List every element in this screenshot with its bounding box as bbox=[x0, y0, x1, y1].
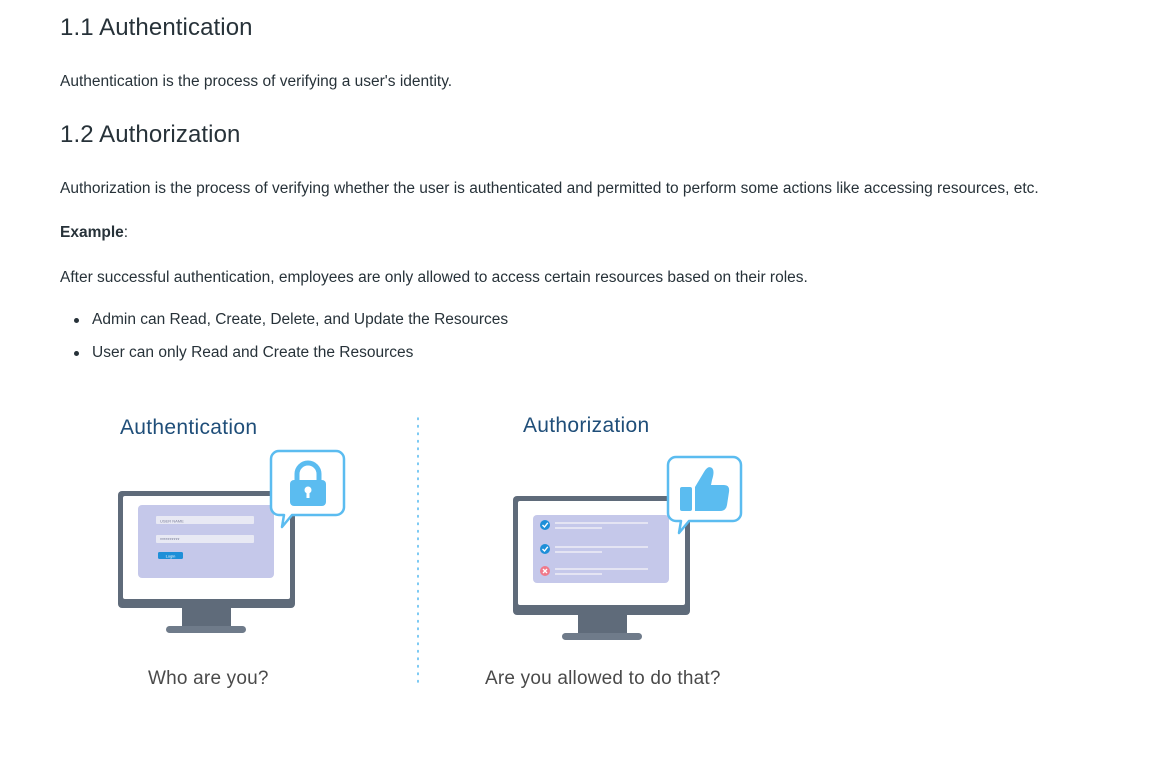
check-icon bbox=[540, 544, 550, 554]
example-label-colon: : bbox=[123, 224, 129, 241]
login-button bbox=[158, 552, 183, 559]
illustration-caption-authorization: Are you allowed to do that? bbox=[485, 668, 721, 689]
login-panel bbox=[138, 505, 274, 578]
lock-icon bbox=[290, 460, 326, 506]
roles-list: Admin can Read, Create, Delete, and Upda… bbox=[60, 308, 508, 374]
list-item-text: User can only Read and Create the Resour… bbox=[92, 344, 414, 361]
authentication-definition: Authentication is the process of verifyi… bbox=[60, 73, 453, 90]
monitor-frame bbox=[513, 496, 690, 615]
monitor-base bbox=[562, 633, 642, 640]
authorization-definition: Authorization is the process of verifyin… bbox=[60, 180, 1039, 197]
list-item: Admin can Read, Create, Delete, and Upda… bbox=[60, 308, 508, 341]
list-item-text: Admin can Read, Create, Delete, and Upda… bbox=[92, 311, 509, 328]
bullet-dot bbox=[74, 318, 79, 323]
monitor-screen bbox=[123, 496, 290, 599]
example-label: Example bbox=[60, 224, 124, 241]
speech-bubble bbox=[269, 449, 346, 529]
monitor-neck bbox=[182, 608, 231, 627]
monitor-frame bbox=[118, 491, 295, 608]
example-label-line: Example: bbox=[60, 224, 128, 242]
auth-illustration: USER NAME ********** Login bbox=[118, 417, 743, 689]
monitor-base bbox=[166, 626, 246, 633]
thumbs-up-icon bbox=[680, 467, 730, 511]
section-heading-authorization: 1.2 Authorization bbox=[60, 121, 241, 148]
password-field bbox=[156, 535, 254, 543]
illustration-caption-authentication: Who are you? bbox=[148, 668, 269, 689]
password-mask: ********** bbox=[160, 538, 180, 544]
permissions-panel bbox=[533, 515, 669, 583]
username-field bbox=[156, 516, 254, 524]
monitor-screen bbox=[518, 501, 685, 605]
section-heading-authentication: 1.1 Authentication bbox=[60, 14, 253, 41]
login-button-label: Login bbox=[166, 554, 176, 559]
lock-badge bbox=[269, 449, 346, 529]
permissions-monitor bbox=[513, 496, 690, 640]
bullet-dot bbox=[74, 351, 79, 356]
monitor-neck bbox=[578, 615, 627, 634]
cross-icon bbox=[540, 566, 550, 576]
speech-bubble bbox=[666, 455, 743, 535]
username-label: USER NAME bbox=[160, 519, 184, 524]
check-icon bbox=[540, 520, 550, 530]
list-item: User can only Read and Create the Resour… bbox=[60, 341, 508, 374]
illustration-title-authentication: Authentication bbox=[120, 416, 258, 439]
example-text: After successful authentication, employe… bbox=[60, 269, 808, 286]
thumbs-up-badge bbox=[666, 455, 743, 535]
illustration-title-authorization: Authorization bbox=[523, 414, 650, 437]
login-monitor: USER NAME ********** Login bbox=[118, 491, 295, 633]
